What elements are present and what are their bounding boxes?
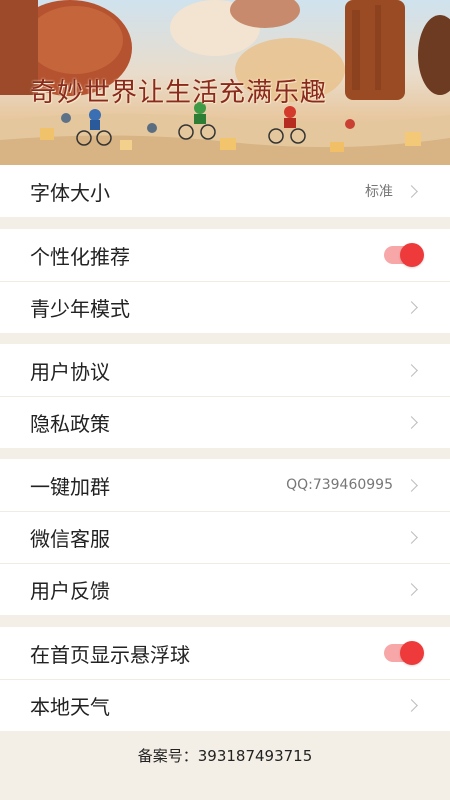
youth-mode-row[interactable]: 青少年模式 bbox=[0, 281, 450, 333]
chevron-right-icon bbox=[405, 363, 418, 377]
chevron-right-icon bbox=[405, 416, 418, 429]
user-feedback-label: 用户反馈 bbox=[30, 579, 110, 603]
chevron-right-icon bbox=[405, 531, 418, 544]
font-size-row[interactable]: 字体大小 标准 bbox=[0, 165, 450, 217]
privacy-policy-row[interactable]: 隐私政策 bbox=[0, 396, 450, 448]
user-feedback-row[interactable]: 用户反馈 bbox=[0, 563, 450, 615]
wechat-service-row[interactable]: 微信客服 bbox=[0, 511, 450, 563]
join-group-label: 一键加群 bbox=[30, 474, 110, 499]
personalized-recommend-row: 个性化推荐 bbox=[0, 229, 450, 281]
youth-mode-label: 青少年模式 bbox=[30, 297, 130, 321]
chevron-right-icon bbox=[405, 583, 418, 596]
settings-group-home: 在首页显示悬浮球 本地天气 bbox=[0, 627, 450, 731]
personalized-recommend-toggle[interactable] bbox=[384, 243, 424, 267]
privacy-policy-label: 隐私政策 bbox=[30, 412, 110, 436]
settings-group-display: 字体大小 标准 bbox=[0, 165, 450, 217]
toggle-knob bbox=[400, 243, 424, 267]
user-agreement-label: 用户协议 bbox=[30, 359, 110, 384]
local-weather-row[interactable]: 本地天气 bbox=[0, 679, 450, 731]
settings-group-support: 一键加群 QQ:739460995 微信客服 用户反馈 bbox=[0, 459, 450, 615]
settings-group-legal: 用户协议 隐私政策 bbox=[0, 344, 450, 448]
icp-record-text: 备案号：393187493715 bbox=[137, 747, 313, 765]
font-size-value: 标准 bbox=[365, 184, 393, 200]
floating-ball-label: 在首页显示悬浮球 bbox=[30, 642, 190, 667]
chevron-right-icon bbox=[405, 184, 418, 198]
chevron-right-icon bbox=[405, 301, 418, 314]
banner-title: 奇妙世界让生活充满乐趣 bbox=[30, 78, 328, 108]
toggle-knob bbox=[400, 641, 424, 665]
join-group-row[interactable]: 一键加群 QQ:739460995 bbox=[0, 459, 450, 511]
local-weather-label: 本地天气 bbox=[30, 695, 110, 719]
personalized-recommend-label: 个性化推荐 bbox=[30, 244, 130, 269]
qq-number-value: QQ:739460995 bbox=[286, 477, 393, 493]
floating-ball-toggle[interactable] bbox=[384, 641, 424, 665]
settings-group-content: 个性化推荐 青少年模式 bbox=[0, 229, 450, 333]
chevron-right-icon bbox=[405, 699, 418, 712]
wechat-service-label: 微信客服 bbox=[30, 527, 110, 551]
floating-ball-row: 在首页显示悬浮球 bbox=[0, 627, 450, 679]
font-size-label: 字体大小 bbox=[30, 180, 110, 205]
header-banner: 奇妙世界让生活充满乐趣 bbox=[0, 0, 450, 165]
chevron-right-icon bbox=[405, 478, 418, 492]
user-agreement-row[interactable]: 用户协议 bbox=[0, 344, 450, 396]
